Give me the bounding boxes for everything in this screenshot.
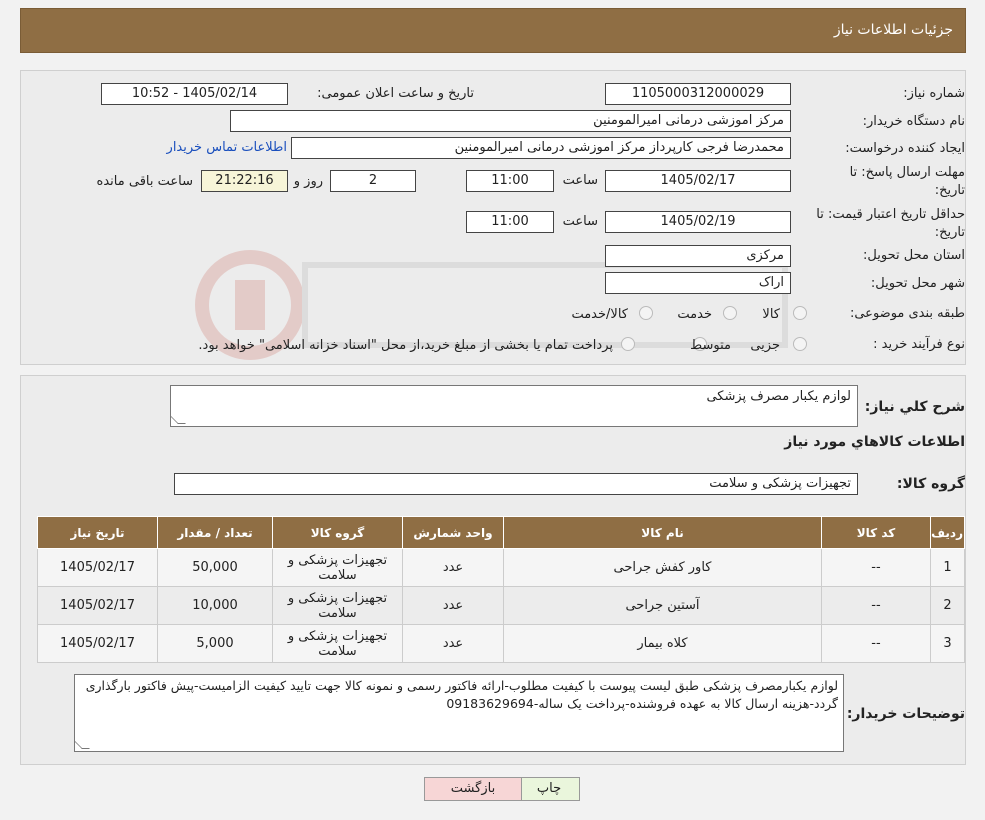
cell-qty: 10,000: [157, 586, 273, 625]
col-header-qty: تعداد / مقدار: [157, 516, 273, 549]
price-validity-time-label: ساعت: [562, 214, 598, 229]
goods-group-field: تجهیزات پزشکی و سلامت: [174, 473, 858, 495]
cell-name: کلاه بیمار: [503, 624, 822, 663]
reply-deadline-time-label: ساعت: [562, 173, 598, 188]
resize-grip-icon: [75, 741, 90, 749]
category-option-goods-service: کالا/خدمت: [571, 307, 628, 322]
need-number-field: 1105000312000029: [605, 83, 791, 105]
table-row: 3 -- کلاه بیمار عدد تجهیزات پزشکی و سلام…: [37, 624, 965, 663]
reply-deadline-date-field: 1405/02/17: [605, 170, 791, 192]
table-header-row: ردیف کد کالا نام کالا واحد شمارش گروه کا…: [37, 516, 965, 549]
price-validity-time-field: 11:00: [466, 211, 554, 233]
remaining-time-label: ساعت باقی مانده: [96, 174, 193, 189]
city-label: شهر محل تحویل:: [870, 276, 965, 291]
resize-grip-icon: [171, 416, 186, 424]
price-validity-date-field: 1405/02/19: [605, 211, 791, 233]
process-option-minor: جزیی: [750, 338, 780, 353]
col-header-index: ردیف: [930, 516, 965, 549]
category-radio-goods-service[interactable]: [639, 306, 653, 320]
remaining-time-field: 21:22:16: [201, 170, 288, 192]
price-validity-label: حداقل تاریخ اعتبار قیمت: تا تاریخ:: [816, 207, 965, 240]
cell-unit: عدد: [402, 586, 504, 625]
process-option-medium: متوسط: [690, 338, 731, 353]
col-header-name: نام کالا: [503, 516, 822, 549]
province-field: مرکزی: [605, 245, 791, 267]
process-label: نوع فرآیند خرید :: [873, 337, 965, 352]
process-radio-minor[interactable]: [793, 337, 807, 351]
cell-date: 1405/02/17: [37, 586, 158, 625]
buyer-org-label: نام دستگاه خریدار:: [862, 114, 965, 129]
category-radio-goods[interactable]: [793, 306, 807, 320]
cell-name: کاور کفش جراحی: [503, 548, 822, 587]
remaining-days-label: روز و: [293, 174, 323, 189]
page-header: جزئیات اطلاعات نیاز: [20, 8, 966, 53]
reply-deadline-time-field: 11:00: [466, 170, 554, 192]
category-option-goods: کالا: [762, 307, 780, 322]
remaining-days-field: 2: [330, 170, 416, 192]
requester-field: محمدرضا فرجی کارپرداز مرکز اموزشی درمانی…: [291, 137, 791, 159]
page-title: جزئیات اطلاعات نیاز: [833, 22, 953, 38]
buyer-notes-field[interactable]: لوازم یکبارمصرف پزشکی طبق لیست پیوست با …: [74, 674, 844, 752]
cell-qty: 50,000: [157, 548, 273, 587]
cell-index: 2: [930, 586, 965, 625]
cell-index: 1: [930, 548, 965, 587]
cell-code: --: [821, 548, 931, 587]
province-label: استان محل تحویل:: [863, 248, 965, 263]
back-button[interactable]: بازگشت: [424, 777, 522, 801]
reply-deadline-label: مهلت ارسال پاسخ: تا تاریخ:: [849, 165, 965, 198]
process-note: پرداخت تمام یا بخشی از مبلغ خرید،از محل …: [198, 338, 613, 353]
cell-date: 1405/02/17: [37, 548, 158, 587]
buyer-org-field: مرکز اموزشی درمانی امیرالمومنین: [230, 110, 791, 132]
buyer-notes-label: توضیحات خریدار:: [846, 706, 965, 722]
category-radio-service[interactable]: [723, 306, 737, 320]
process-radio-treasury[interactable]: [621, 337, 635, 351]
summary-text: لوازم یکبار مصرف پزشکی: [706, 389, 851, 404]
summary-field[interactable]: لوازم یکبار مصرف پزشکی: [170, 385, 858, 427]
table-row: 1 -- کاور کفش جراحی عدد تجهیزات پزشکی و …: [37, 548, 965, 587]
cell-unit: عدد: [402, 548, 504, 587]
col-header-unit: واحد شمارش: [402, 516, 504, 549]
summary-label: شرح کلي نیاز:: [864, 399, 965, 415]
col-header-code: کد کالا: [821, 516, 931, 549]
cell-index: 3: [930, 624, 965, 663]
cell-group: تجهیزات پزشکی و سلامت: [272, 624, 403, 663]
col-header-date: تاریخ نیاز: [37, 516, 158, 549]
print-button[interactable]: چاپ: [518, 777, 580, 801]
table-row: 2 -- آستین جراحی عدد تجهیزات پزشکی و سلا…: [37, 586, 965, 625]
announce-datetime-label: تاریخ و ساعت اعلان عمومی:: [317, 86, 474, 101]
cell-unit: عدد: [402, 624, 504, 663]
col-header-group: گروه کالا: [272, 516, 403, 549]
items-table: ردیف کد کالا نام کالا واحد شمارش گروه کا…: [37, 516, 965, 663]
cell-code: --: [821, 586, 931, 625]
announce-datetime-field: 1405/02/14 - 10:52: [101, 83, 288, 105]
cell-date: 1405/02/17: [37, 624, 158, 663]
cell-group: تجهیزات پزشکی و سلامت: [272, 548, 403, 587]
cell-qty: 5,000: [157, 624, 273, 663]
buyer-contact-link[interactable]: اطلاعات تماس خریدار: [167, 140, 287, 155]
cell-name: آستین جراحی: [503, 586, 822, 625]
items-heading: اطلاعات کالاهاي مورد نیاز: [784, 434, 965, 450]
cell-group: تجهیزات پزشکی و سلامت: [272, 586, 403, 625]
buyer-notes-text: لوازم یکبارمصرف پزشکی طبق لیست پیوست با …: [85, 678, 838, 711]
need-number-label: شماره نیاز:: [903, 86, 965, 101]
cell-code: --: [821, 624, 931, 663]
category-label: طبقه بندی موضوعی:: [849, 306, 965, 321]
requester-label: ایجاد کننده درخواست:: [845, 141, 965, 156]
category-option-service: خدمت: [677, 307, 712, 322]
goods-group-label: گروه کالا:: [896, 476, 965, 492]
city-field: اراک: [605, 272, 791, 294]
